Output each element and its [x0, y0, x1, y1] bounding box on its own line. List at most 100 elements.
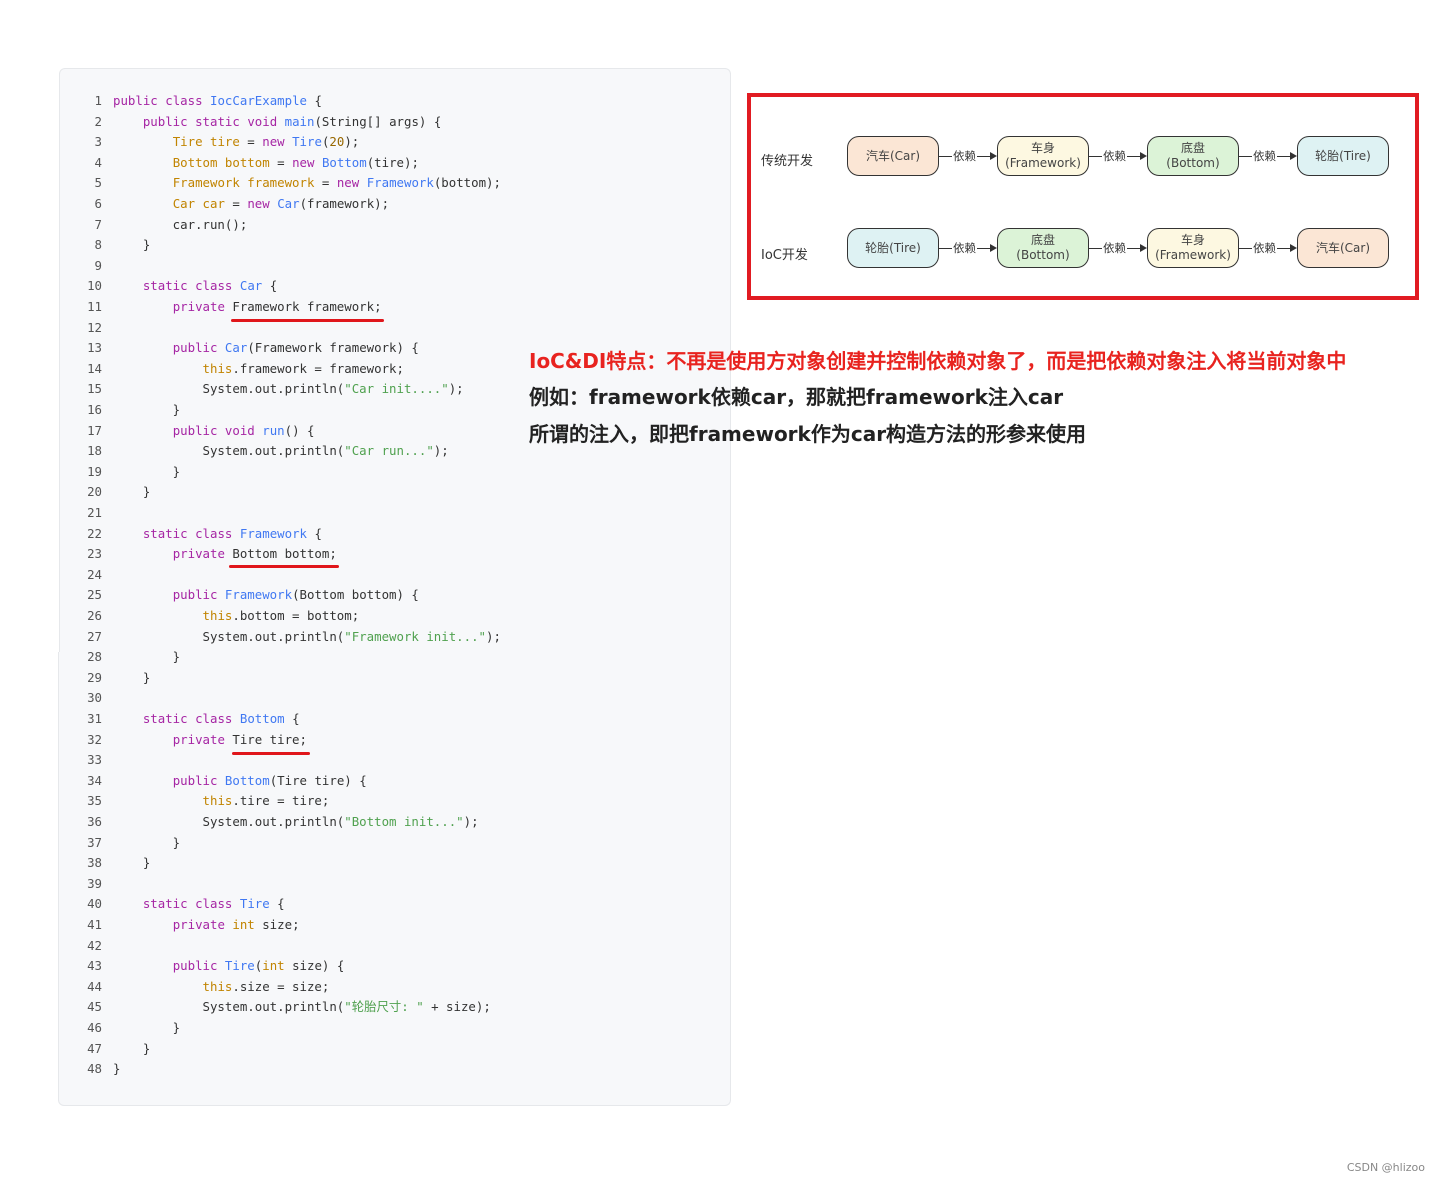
diagram-node: 底盘 (Bottom) — [997, 228, 1089, 268]
line-number: 18 — [87, 443, 102, 459]
diagram-node: 轮胎(Tire) — [1297, 136, 1389, 176]
code-line: 20 } — [60, 482, 150, 502]
line-number: 36 — [87, 814, 102, 829]
code-text: System.out.println("轮胎尺寸: " + size); — [113, 999, 491, 1015]
code-line: 35 this.tire = tire; — [60, 791, 329, 811]
code-line: 21 — [60, 503, 113, 523]
code-text: private int size; — [172, 917, 300, 932]
code-text: private Framework framework; — [172, 299, 382, 314]
line-number: 13 — [87, 340, 102, 356]
arrowhead-icon — [990, 244, 997, 252]
code-text: public Bottom(Tire tire) { — [172, 772, 367, 788]
code-line: 48} — [60, 1059, 120, 1079]
code-line: 2 public static void main(String[] args)… — [60, 112, 442, 132]
code-line: 17 public void run() { — [60, 421, 314, 441]
code-text: private Tire tire; — [172, 731, 307, 747]
code-line: 5 Framework framework = new Framework(bo… — [60, 173, 501, 193]
line-number: 21 — [87, 505, 102, 520]
code-text: public class IocCarExample { — [113, 93, 322, 108]
code-text: } — [113, 669, 151, 685]
code-text: } — [113, 237, 151, 253]
line-number: 14 — [87, 360, 102, 376]
diagram-edge-label: 依赖 — [952, 241, 977, 255]
line-number: 24 — [87, 566, 102, 582]
diagram-node: 底盘 (Bottom) — [1147, 136, 1239, 176]
code-line: 28 } — [60, 647, 180, 667]
code-text: static class Tire { — [142, 896, 285, 912]
code-line: 43 public Tire(int size) { — [60, 956, 344, 976]
code-line: 27 System.out.println("Framework init...… — [60, 627, 501, 647]
code-line: 24 — [60, 565, 113, 585]
line-number: 48 — [87, 1061, 102, 1077]
diagram-row-label: IoC开发 — [761, 248, 808, 263]
line-number: 16 — [87, 402, 102, 417]
line-number: 27 — [87, 628, 102, 644]
code-line: 40 static class Tire { — [60, 894, 285, 914]
code-text: public Car(Framework framework) { — [172, 340, 419, 356]
diagram-node-label: (Bottom) — [1166, 156, 1220, 170]
code-line: 7 car.run(); — [60, 215, 248, 235]
line-number: 28 — [87, 649, 102, 665]
code-text: } — [113, 834, 181, 850]
line-number: 5 — [94, 175, 102, 191]
code-line: 8 } — [60, 235, 151, 255]
line-number: 22 — [87, 525, 102, 541]
code-line: 34 public Bottom(Tire tire) { — [60, 771, 367, 791]
line-number: 47 — [87, 1040, 102, 1056]
code-line: 45 System.out.println("轮胎尺寸: " + size); — [60, 997, 491, 1017]
code-text: static class Bottom { — [142, 711, 300, 726]
diagram-edge-label: 依赖 — [1102, 241, 1127, 255]
line-number: 3 — [94, 134, 102, 150]
code-text: } — [113, 649, 181, 665]
diagram-node: 汽车(Car) — [847, 136, 939, 176]
code-line: 41 private int size; — [60, 915, 300, 935]
code-line: 12 — [60, 318, 113, 338]
highlight-underline — [232, 752, 310, 755]
line-number: 31 — [87, 711, 102, 726]
code-line: 26 this.bottom = bottom; — [60, 606, 359, 626]
watermark: CSDN @hlizoo — [1346, 1161, 1425, 1174]
code-text: this.framework = framework; — [202, 360, 404, 376]
code-text: System.out.println("Framework init..."); — [113, 628, 501, 644]
line-number: 7 — [94, 216, 102, 232]
line-number: 26 — [87, 608, 102, 623]
arrowhead-icon — [1140, 152, 1147, 160]
line-number: 30 — [87, 690, 102, 706]
line-number: 8 — [94, 237, 102, 253]
diagram-row-label: 传统开发 — [761, 154, 814, 169]
line-number: 34 — [87, 772, 102, 788]
diagram-node: 汽车(Car) — [1297, 228, 1389, 268]
code-line: 19 } — [60, 462, 180, 482]
code-line: 47 } — [60, 1039, 150, 1059]
diagram-node-label: 底盘 — [1030, 233, 1055, 247]
line-number: 44 — [87, 978, 102, 994]
line-number: 43 — [87, 958, 102, 974]
line-number: 17 — [87, 422, 102, 438]
code-line: 38 } — [60, 853, 150, 873]
code-text: static class Framework { — [142, 525, 322, 541]
arrowhead-icon — [990, 152, 997, 160]
highlight-underline — [231, 319, 384, 322]
code-line: 15 System.out.println("Car init...."); — [60, 379, 464, 399]
diagram-node-label: (Framework) — [1005, 156, 1081, 170]
code-line: 4 Bottom bottom = new Bottom(tire); — [60, 153, 419, 173]
code-text: } — [113, 484, 151, 500]
code-line: 10 static class Car { — [60, 276, 277, 296]
code-text: } — [113, 1061, 121, 1077]
code-line: 29 } — [60, 668, 150, 688]
code-text: private Bottom bottom; — [172, 546, 337, 562]
code-line: 22 static class Framework { — [60, 524, 322, 544]
diagram-node: 轮胎(Tire) — [847, 228, 939, 268]
code-line: 33 — [60, 750, 113, 770]
code-text: this.tire = tire; — [202, 793, 330, 809]
line-number: 1 — [94, 93, 102, 108]
diagram-node-label: 汽车(Car) — [865, 148, 921, 163]
arrowhead-icon — [1290, 152, 1297, 160]
line-number: 2 — [94, 113, 102, 129]
code-text: System.out.println("Car run..."); — [113, 443, 449, 459]
code-line: 18 System.out.println("Car run..."); — [60, 441, 449, 461]
code-text: this.bottom = bottom; — [202, 608, 360, 623]
arrowhead-icon — [1290, 244, 1297, 252]
code-text: public static void main(String[] args) { — [142, 113, 442, 129]
code-line: 11 private Framework framework; — [60, 297, 382, 317]
